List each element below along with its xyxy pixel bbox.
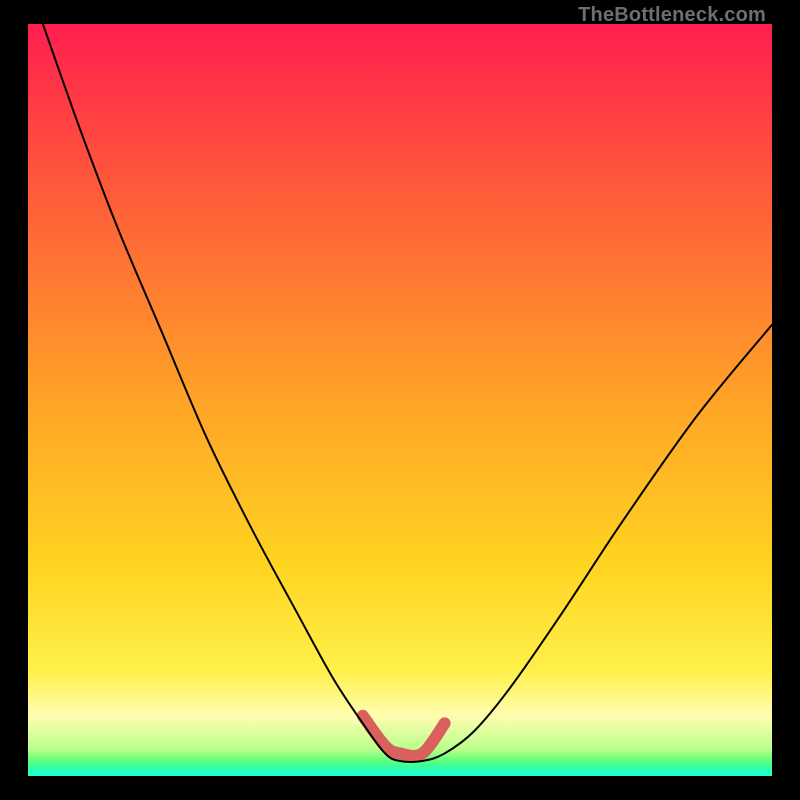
curve-layer xyxy=(28,24,772,776)
optimal-range-highlight xyxy=(363,716,445,756)
chart-frame: TheBottleneck.com xyxy=(0,0,800,800)
bottleneck-curve xyxy=(43,24,772,762)
